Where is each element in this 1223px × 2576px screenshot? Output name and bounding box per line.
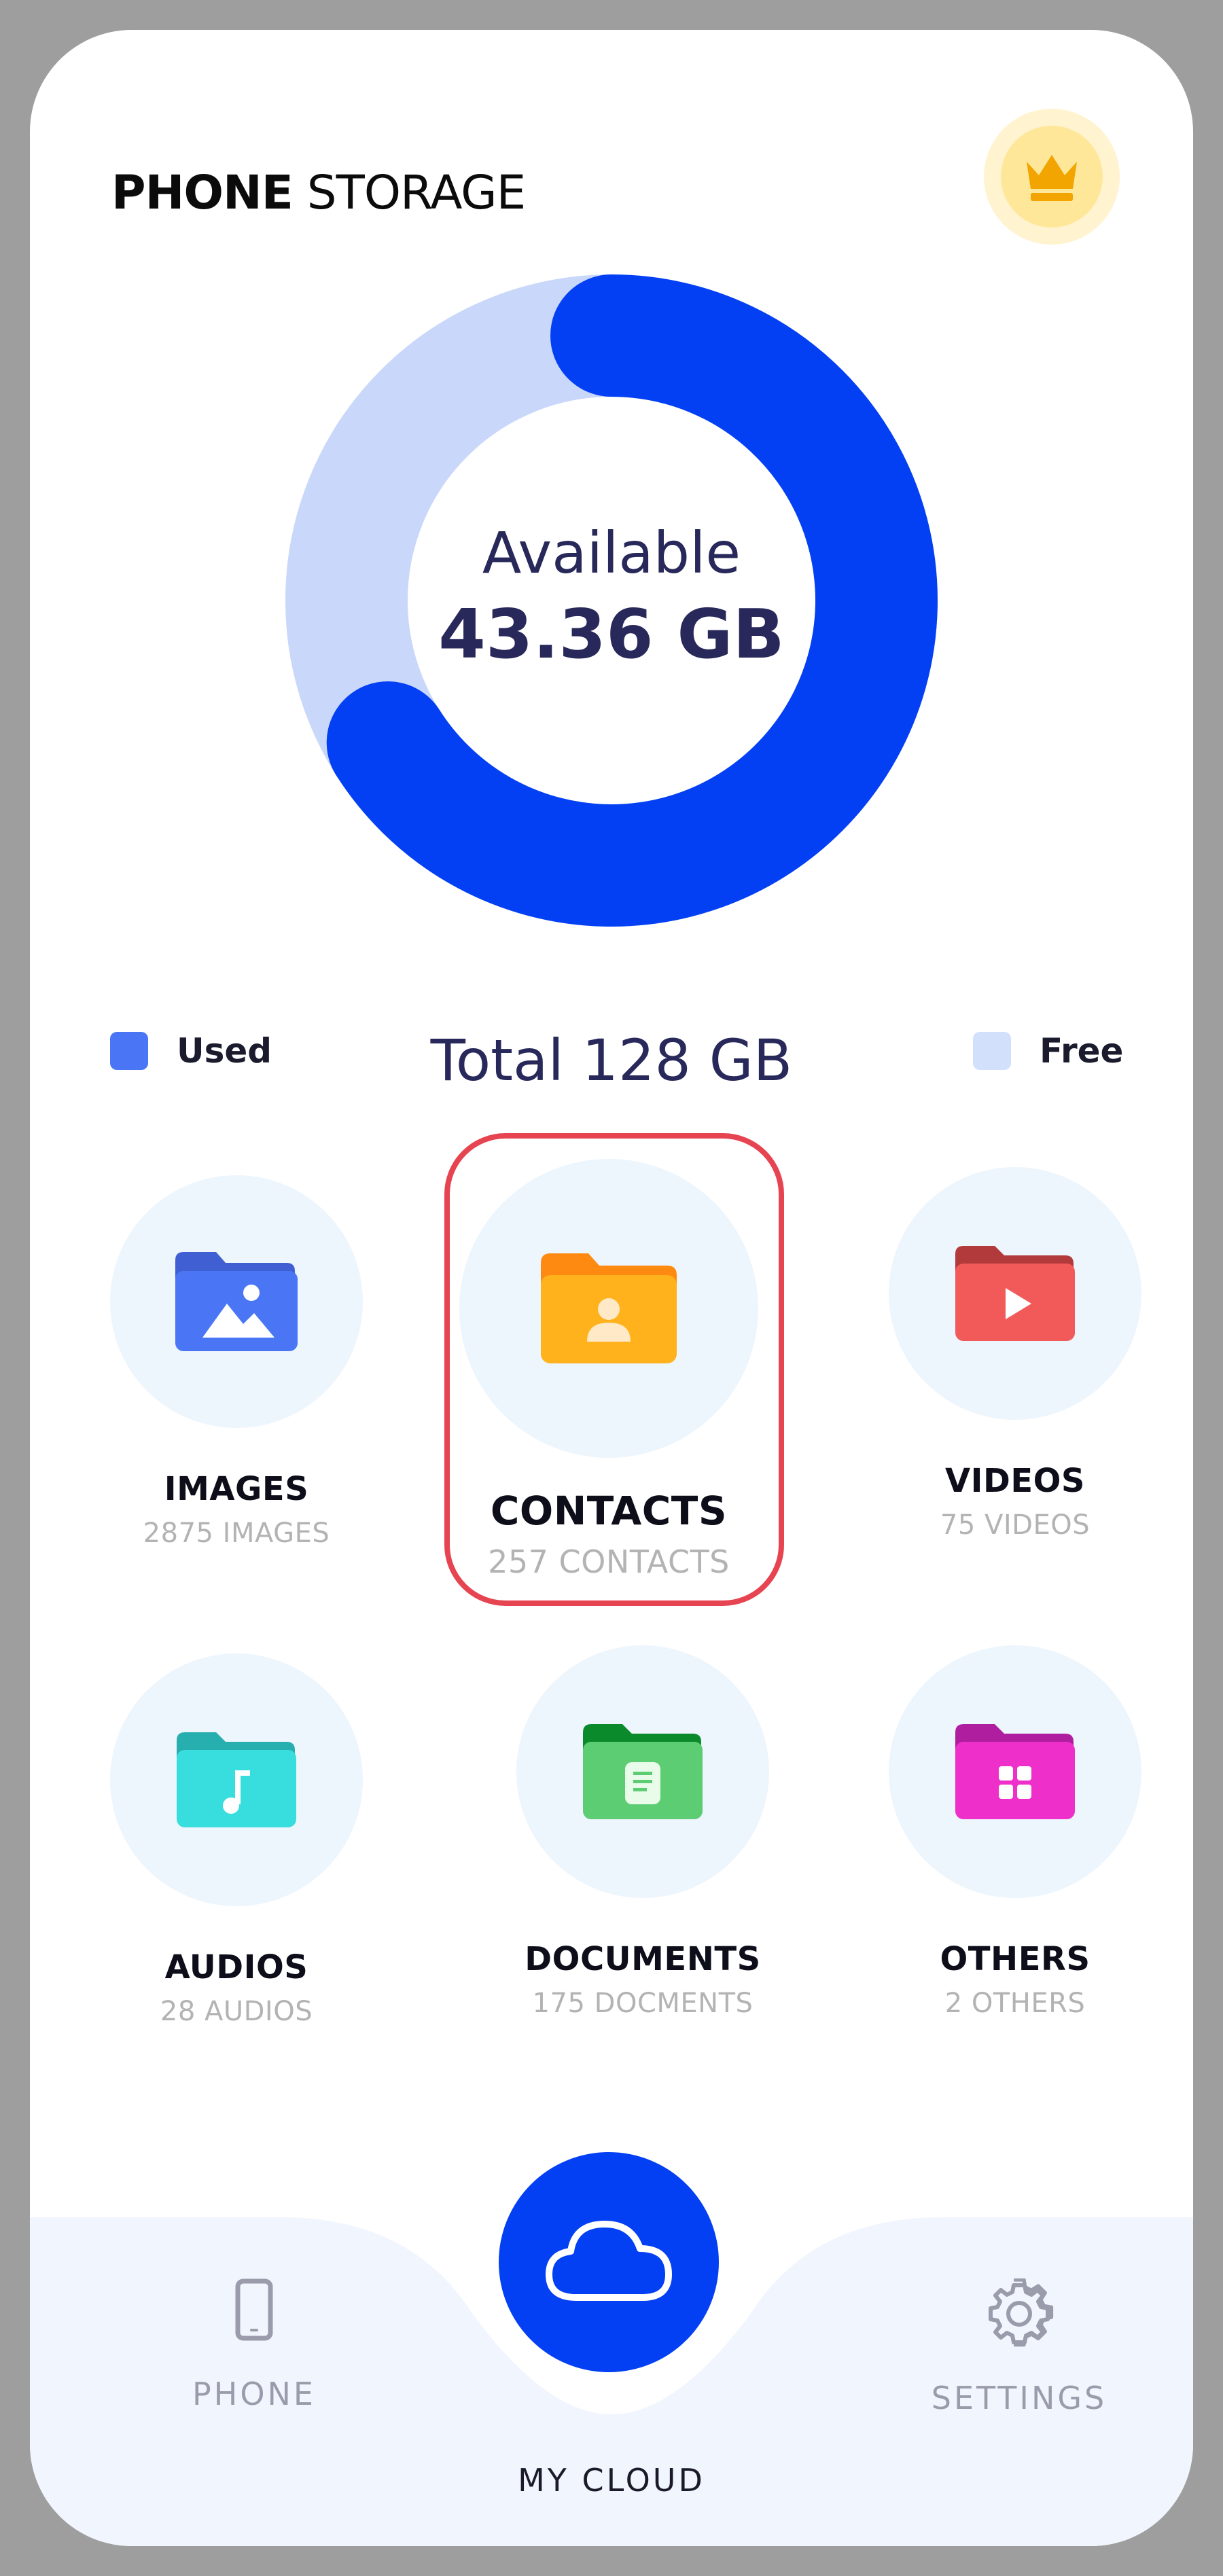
app-screen: PHONE STORAGE Available 43.36 GB Used To…	[30, 30, 1193, 2546]
image-folder-icon	[175, 1252, 298, 1351]
premium-button[interactable]	[984, 109, 1120, 245]
category-count: 175 DOCMENTS	[532, 1988, 754, 2019]
category-title: AUDIOS	[164, 1948, 308, 1986]
phone-icon	[235, 2278, 273, 2341]
legend-free: Free	[973, 1031, 1123, 1071]
donut-center: Available 43.36 GB	[285, 519, 938, 675]
crown-icon	[1027, 155, 1077, 201]
category-title: VIDEOS	[944, 1462, 1085, 1500]
legend-free-label: Free	[1040, 1031, 1124, 1071]
nav-cloud-label: MY CLOUD	[518, 2462, 705, 2499]
nav-phone[interactable]: PHONE	[152, 2278, 356, 2412]
audio-folder-icon	[177, 1732, 296, 1827]
cloud-icon	[546, 2221, 672, 2301]
category-audios[interactable]: AUDIOS 28 AUDIOS	[80, 1653, 393, 2027]
available-value: 43.36 GB	[438, 594, 785, 674]
video-folder-icon	[955, 1246, 1075, 1341]
free-swatch	[973, 1032, 1011, 1070]
category-title: IMAGES	[164, 1470, 309, 1508]
selected-category-outline	[444, 1133, 784, 1606]
page-title-bold: PHONE	[111, 166, 294, 220]
category-count: 75 VIDEOS	[940, 1509, 1091, 1541]
nav-settings-label: SETTINGS	[931, 2380, 1107, 2416]
category-documents[interactable]: DOCUMENTS 175 DOCMENTS	[486, 1645, 799, 2019]
category-count: 28 AUDIOS	[160, 1996, 313, 2027]
category-title: DOCUMENTS	[525, 1940, 761, 1978]
page-title: PHONE STORAGE	[111, 166, 526, 220]
category-count: 2875 IMAGES	[143, 1518, 330, 1549]
nav-phone-label: PHONE	[192, 2376, 316, 2412]
category-videos[interactable]: VIDEOS 75 VIDEOS	[859, 1167, 1171, 1541]
category-others[interactable]: OTHERS 2 OTHERS	[859, 1645, 1171, 2019]
category-count: 2 OTHERS	[944, 1988, 1086, 2019]
page-title-light: STORAGE	[292, 166, 526, 220]
available-label: Available	[482, 520, 741, 586]
document-folder-icon	[583, 1724, 703, 1819]
category-title: OTHERS	[940, 1940, 1091, 1978]
nav-settings[interactable]: SETTINGS	[883, 2278, 1155, 2416]
my-cloud-button[interactable]	[499, 2152, 719, 2372]
grid-folder-icon	[955, 1724, 1075, 1819]
category-images[interactable]: IMAGES 2875 IMAGES	[80, 1175, 393, 1549]
gear-icon	[989, 2278, 1054, 2347]
